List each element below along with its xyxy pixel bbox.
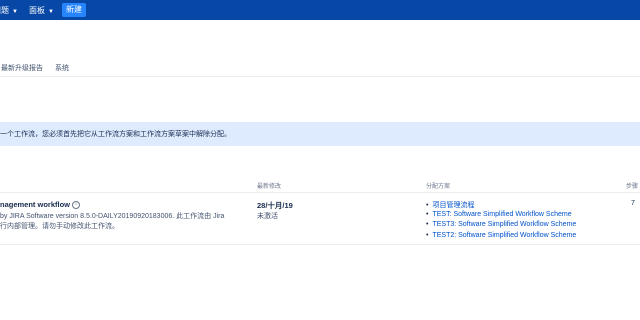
scheme-link[interactable]: • TEST: Software Simplified Workflow Sche… (426, 211, 576, 222)
chevron-down-icon: ▼ (48, 9, 54, 15)
workflow-description-line-2: 行内部管理。请勿手动修改此工作流。 (0, 223, 119, 230)
scheme-link[interactable]: • TEST3: Software Simplified Workflow Sch… (426, 221, 576, 232)
scheme-link[interactable]: • TEST2: Software Simplified Workflow Sch… (426, 232, 576, 243)
workflow-name[interactable]: nagement workflow i (0, 200, 81, 210)
top-navigation-bar: 问题▼ 面板▼ 新建 (0, 0, 640, 20)
bullet-icon: • (426, 231, 429, 239)
create-button[interactable]: 新建 (62, 3, 86, 17)
bullet-icon: • (426, 221, 429, 228)
column-header-steps: 步骤 (626, 184, 639, 190)
info-message-text: 一个工作流，您必须首先把它从工作流方案和工作流方案草案中解除分配。 (0, 131, 231, 138)
issues-menu-label: 问题 (0, 6, 9, 15)
info-message-banner: 一个工作流，您必须首先把它从工作流方案和工作流方案草案中解除分配。 (0, 122, 640, 146)
assigned-schemes-list: • 项目管理流程 • TEST: Software Simplified Workf… (426, 200, 576, 242)
issues-menu[interactable]: 问题▼ (0, 5, 18, 16)
dashboards-menu-label: 面板 (29, 6, 45, 15)
workflow-description-line-1: by JIRA Software version 8.5.0-DAILY2019… (0, 213, 225, 220)
column-header-assigned-schemes: 分配方案 (426, 184, 451, 190)
scheme-link-text: TEST3: Software Simplified Workflow Sche… (432, 221, 577, 228)
info-icon[interactable]: i (72, 201, 81, 210)
scheme-link-text: TEST2: Software Simplified Workflow Sche… (432, 231, 577, 239)
scheme-link-text: 项目管理流程 (432, 202, 475, 209)
bullet-icon: • (426, 210, 429, 218)
steps-count: 7 (631, 200, 635, 207)
column-header-last-modified: 最新修改 (257, 184, 282, 190)
workflow-name-text: nagement workflow (0, 200, 71, 209)
table-header-divider (0, 192, 640, 193)
tab-system[interactable]: 系统 (55, 63, 69, 73)
divider (0, 76, 640, 77)
scheme-link-text: TEST: Software Simplified Workflow Schem… (432, 210, 572, 218)
last-modified-user: 未激活 (257, 213, 278, 220)
tab-latest-upgrade-report[interactable]: 最新升级报告 (1, 63, 43, 73)
chevron-down-icon: ▼ (12, 9, 18, 15)
dashboards-menu[interactable]: 面板 ▼ (29, 5, 54, 16)
table-row-divider (0, 244, 640, 245)
scheme-link[interactable]: • 项目管理流程 (426, 200, 576, 211)
bullet-icon: • (426, 202, 429, 209)
last-modified-date: 28/十月/19 (257, 201, 293, 210)
